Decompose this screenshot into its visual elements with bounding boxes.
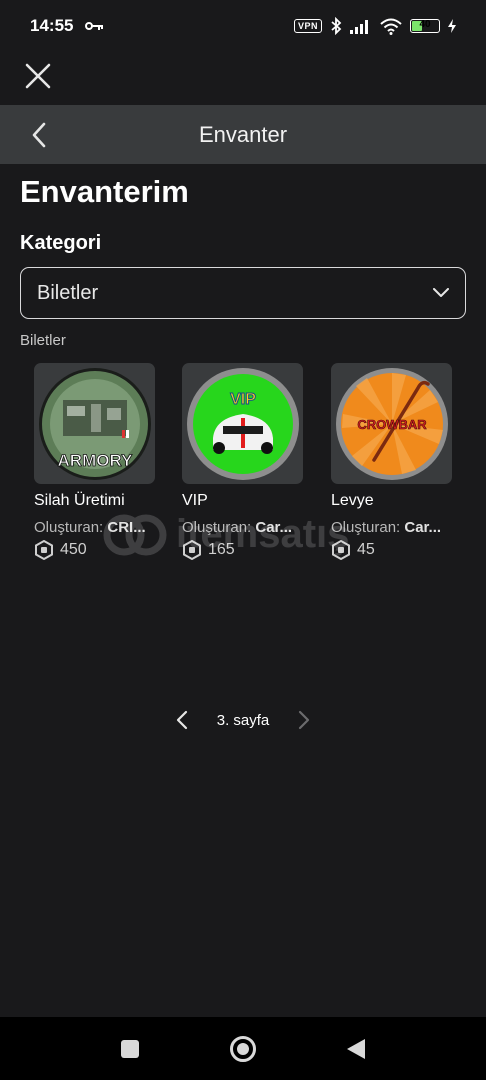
item-thumbnail: VIP xyxy=(182,363,303,484)
key-icon xyxy=(85,22,104,30)
recents-icon[interactable] xyxy=(119,1038,141,1060)
wifi-icon xyxy=(380,18,402,35)
robux-icon xyxy=(35,540,53,560)
section-label: Biletler xyxy=(20,332,66,349)
inventory-grid: ARMORY Silah Üretimi Oluşturan: CRI... 4… xyxy=(34,363,474,563)
status-time: 14:55 xyxy=(30,16,74,35)
category-label: Kategori xyxy=(20,232,102,254)
status-bar: 14:55 VPN 40 xyxy=(0,0,486,52)
item-creator: Oluşturan: Car... xyxy=(331,519,442,536)
thumb-text: ARMORY xyxy=(57,451,133,470)
system-nav-bar xyxy=(0,1017,486,1080)
vip-badge-image: VIP xyxy=(186,367,299,480)
battery-icon: 40 xyxy=(410,19,440,33)
item-thumbnail: CROWBAR xyxy=(331,363,452,484)
signal-icon xyxy=(350,20,368,34)
chevron-down-icon xyxy=(433,288,449,297)
inventory-item[interactable]: CROWBAR Levye Oluşturan: Car... 45 xyxy=(331,363,456,560)
item-price: 450 xyxy=(34,540,159,560)
bluetooth-icon xyxy=(331,17,342,35)
category-dropdown[interactable]: Biletler xyxy=(20,267,466,319)
item-name: Levye xyxy=(331,492,374,509)
inventory-item[interactable]: VIP VIP Oluşturan: Car... 165 xyxy=(182,363,307,560)
prev-page-icon[interactable] xyxy=(175,709,189,731)
close-icon[interactable] xyxy=(24,62,52,90)
back-icon[interactable] xyxy=(345,1037,367,1061)
page-heading: Envanterim xyxy=(20,174,189,209)
item-name: VIP xyxy=(182,492,208,509)
header-title: Envanter xyxy=(198,121,288,147)
item-name: Silah Üretimi xyxy=(34,492,125,509)
home-icon[interactable] xyxy=(229,1035,257,1063)
pagination: 3. sayfa xyxy=(0,704,486,736)
thumb-text: VIP xyxy=(230,391,256,408)
battery-level: 40 xyxy=(419,19,431,30)
item-creator: Oluşturan: CRI... xyxy=(34,519,146,536)
armory-badge-image: ARMORY xyxy=(38,367,151,480)
inventory-item[interactable]: ARMORY Silah Üretimi Oluşturan: CRI... 4… xyxy=(34,363,159,560)
category-selected-value: Biletler xyxy=(37,281,99,304)
thumb-text: CROWBAR xyxy=(357,417,427,432)
next-page-icon xyxy=(299,710,310,730)
item-price: 45 xyxy=(331,540,456,560)
item-price: 165 xyxy=(182,540,307,560)
robux-icon xyxy=(183,540,201,560)
item-thumbnail: ARMORY xyxy=(34,363,155,484)
item-creator: Oluşturan: Car... xyxy=(182,519,293,536)
vpn-badge: VPN xyxy=(293,19,322,33)
header-bar: Envanter xyxy=(0,105,486,164)
crowbar-badge-image: CROWBAR xyxy=(335,367,448,480)
robux-icon xyxy=(332,540,350,560)
charging-icon xyxy=(448,19,456,33)
page-indicator: 3. sayfa xyxy=(216,711,270,729)
back-chevron-icon[interactable] xyxy=(28,121,50,149)
